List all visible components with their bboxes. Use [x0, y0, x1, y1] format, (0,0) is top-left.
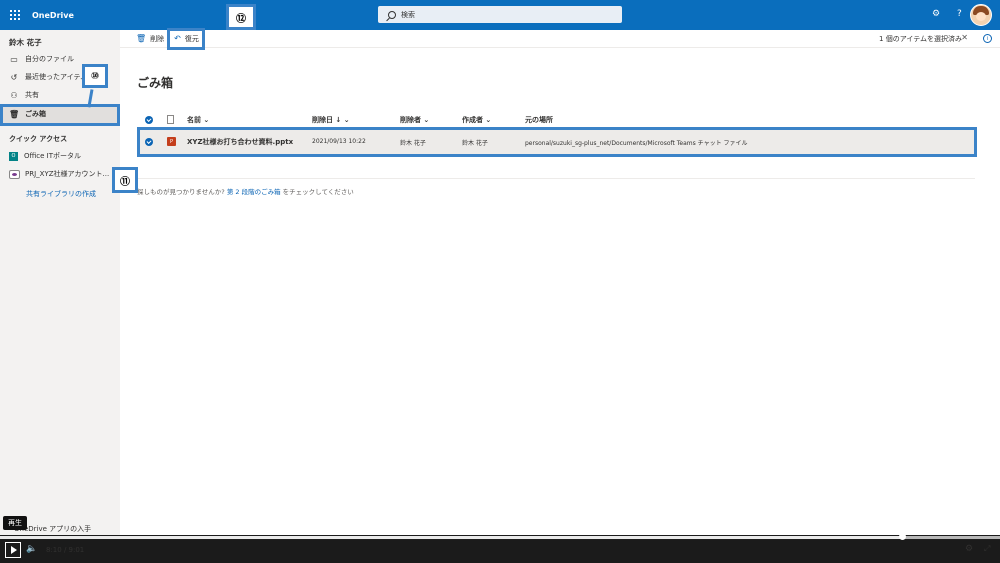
- waffle-icon: [10, 10, 20, 20]
- progress-handle[interactable]: [899, 533, 906, 540]
- sidebar-item-label: 共有: [25, 91, 39, 99]
- delete-button[interactable]: 🗑 削除: [136, 34, 164, 44]
- annotation-box-recycle-bin: [0, 104, 120, 126]
- column-name[interactable]: 名前 ⌄: [187, 115, 209, 125]
- annotation-callout-12: ⑫: [226, 4, 256, 30]
- second-stage-link[interactable]: 第 2 段階のごみ箱: [227, 188, 281, 196]
- info-icon[interactable]: i: [983, 34, 992, 43]
- annotation-callout-11: ⑪: [112, 167, 138, 193]
- app-launcher-button[interactable]: [0, 0, 30, 30]
- column-original-location[interactable]: 元の場所: [525, 115, 553, 125]
- folder-icon: ▭: [10, 54, 18, 64]
- volume-icon[interactable]: 🔈: [26, 544, 37, 554]
- column-deleted-by[interactable]: 削除者 ⌄: [400, 115, 429, 125]
- quick-access-title: クイック アクセス: [9, 135, 68, 143]
- selection-info: 1 個のアイテムを選択済み: [879, 35, 962, 43]
- play-button[interactable]: [5, 542, 21, 558]
- sidebar-item-label: 自分のファイル: [25, 55, 74, 63]
- play-tooltip: 再生: [3, 516, 27, 530]
- top-header: OneDrive 検索 ⚙ ?: [0, 0, 1000, 30]
- page-title: ごみ箱: [137, 76, 174, 90]
- annotation-box-restore: [167, 28, 205, 50]
- search-placeholder: 検索: [401, 10, 415, 19]
- file-type-icon: [167, 115, 174, 124]
- second-stage-hint: 探しものが見つかりませんか? 第 2 段階のごみ箱 をチェックしてください: [137, 188, 354, 196]
- search-box[interactable]: 検索: [378, 6, 622, 23]
- share-icon: ⚇: [10, 90, 18, 100]
- fullscreen-icon[interactable]: ⤢: [984, 544, 990, 554]
- trash-icon: 🗑: [136, 34, 147, 43]
- main-content: ごみ箱 名前 ⌄ 削除日 ↓ ⌄ 削除者 ⌄ 作成者 ⌄ 元の場所 P XYZ社…: [120, 48, 1000, 535]
- select-all-checkbox[interactable]: [145, 116, 153, 124]
- sidebar-item-label: 最近使ったアイテム: [25, 73, 88, 81]
- help-button[interactable]: ?: [957, 9, 962, 19]
- avatar[interactable]: [970, 4, 992, 26]
- video-time: 8:10 / 9:01: [46, 546, 85, 554]
- delete-label: 削除: [150, 34, 165, 43]
- quick-access-label: PRJ_XYZ社様アカウント...: [25, 170, 110, 178]
- column-created-by[interactable]: 作成者 ⌄: [462, 115, 491, 125]
- divider: [137, 178, 975, 179]
- user-name: 鈴木 花子: [9, 38, 42, 47]
- command-bar: 🗑 削除 ↶ 復元 1 個のアイテムを選択済み ✕ i: [120, 30, 1000, 48]
- annotation-callout-10: ⑩: [82, 64, 108, 88]
- recent-icon: ↺: [10, 72, 18, 82]
- team-icon: [9, 169, 20, 179]
- create-shared-library-link[interactable]: 共有ライブラリの作成: [26, 189, 96, 199]
- quick-access-prj-xyz[interactable]: PRJ_XYZ社様アカウント...: [9, 169, 109, 179]
- gear-icon[interactable]: ⚙: [932, 9, 940, 19]
- progress-fill: [0, 536, 902, 539]
- video-controls: [0, 535, 1000, 563]
- video-settings-icon[interactable]: ⚙: [965, 544, 973, 554]
- clear-selection-icon[interactable]: ✕: [961, 33, 968, 42]
- app-name[interactable]: OneDrive: [32, 11, 74, 20]
- sidebar-item-shared[interactable]: ⚇ 共有: [0, 86, 120, 104]
- search-icon: [388, 10, 396, 19]
- annotation-box-file-row: [137, 127, 977, 157]
- quick-access-office-portal[interactable]: O Office ITポータル: [9, 151, 81, 161]
- list-header: 名前 ⌄ 削除日 ↓ ⌄ 削除者 ⌄ 作成者 ⌄ 元の場所: [137, 112, 975, 128]
- column-deleted-date[interactable]: 削除日 ↓ ⌄: [312, 115, 350, 125]
- site-icon: O: [9, 151, 18, 161]
- quick-access-label: Office ITポータル: [24, 152, 81, 160]
